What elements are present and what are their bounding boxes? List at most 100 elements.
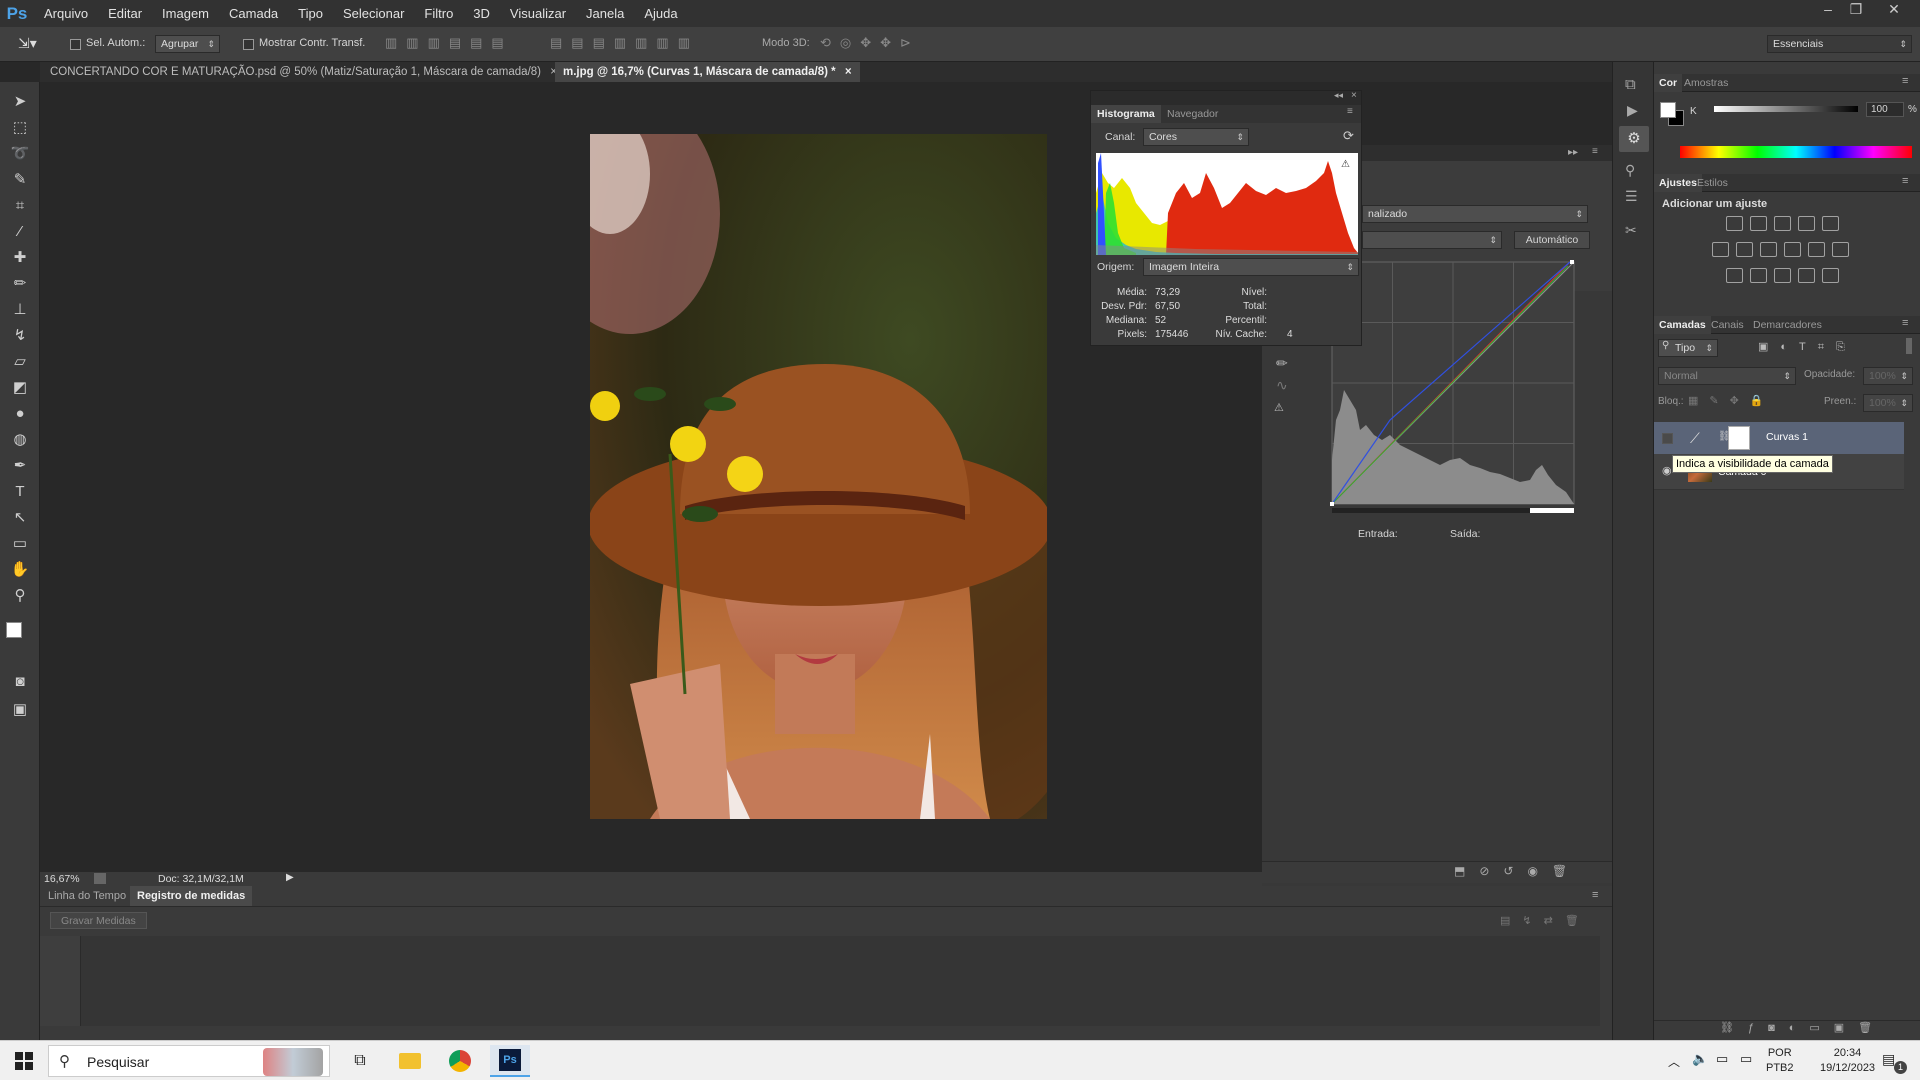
source-dropdown[interactable]: Imagem Inteira bbox=[1143, 258, 1359, 276]
exposure-icon[interactable] bbox=[1798, 216, 1815, 231]
k-value-input[interactable]: 100 bbox=[1866, 102, 1904, 117]
clipping-warning-icon[interactable]: ⚠ bbox=[1274, 401, 1284, 414]
doc-tab-concertando[interactable]: CONCERTANDO COR E MATURAÇÃO.psd @ 50% (M… bbox=[42, 62, 565, 82]
status-icon[interactable] bbox=[94, 873, 106, 884]
screen-mode-icon[interactable]: ▣ bbox=[8, 698, 32, 720]
record-measurements-button[interactable]: Gravar Medidas bbox=[50, 912, 147, 929]
history-icon[interactable]: ⧉ bbox=[1625, 76, 1636, 93]
auto-select-dropdown[interactable]: Agrupar bbox=[155, 35, 220, 53]
hand-tool-icon[interactable]: ✋ bbox=[8, 558, 32, 580]
curves-preset-dropdown[interactable]: nalizado bbox=[1362, 205, 1588, 223]
pencil-icon[interactable]: ✏ bbox=[1276, 355, 1288, 372]
task-view-icon[interactable]: ⧉ bbox=[340, 1045, 380, 1077]
k-slider[interactable] bbox=[1714, 106, 1858, 112]
collapse-icon[interactable]: ◂◂ bbox=[1334, 90, 1343, 101]
network-icon[interactable]: ▭ bbox=[1740, 1051, 1752, 1067]
photo-filter-icon[interactable] bbox=[1784, 242, 1801, 257]
tray-chevron-icon[interactable]: ︿ bbox=[1668, 1053, 1680, 1070]
eye-icon[interactable]: ◉ bbox=[1662, 464, 1672, 477]
properties-footer-icons[interactable]: ⬒⊘↺◉🗑 bbox=[1454, 864, 1581, 878]
mode-3d-icons[interactable]: ⟲◎✥✥⊳ bbox=[820, 35, 920, 51]
windows-start-icon[interactable] bbox=[2, 1045, 46, 1077]
auto-button[interactable]: Automático bbox=[1514, 231, 1590, 249]
menu-tipo[interactable]: Tipo bbox=[288, 0, 333, 27]
pen-tool-icon[interactable]: ✒ bbox=[8, 454, 32, 476]
blur-tool-icon[interactable]: ● bbox=[8, 402, 32, 424]
status-arrow-icon[interactable]: ▶ bbox=[286, 872, 294, 883]
dodge-tool-icon[interactable]: ◍ bbox=[8, 428, 32, 450]
close-tab-icon[interactable]: × bbox=[845, 66, 852, 78]
zoom-tool-icon[interactable]: ⚲ bbox=[8, 584, 32, 606]
fill-input[interactable]: 100% bbox=[1863, 394, 1913, 412]
tab-channels[interactable]: Canais bbox=[1706, 316, 1749, 334]
panel-menu-icon[interactable]: ≡ bbox=[1902, 175, 1908, 187]
menu-filtro[interactable]: Filtro bbox=[414, 0, 463, 27]
layer-row-curves[interactable]: ⟋ ⛓ Curvas 1 bbox=[1654, 422, 1904, 454]
taskbar-search-box[interactable]: ⚲ Pesquisar bbox=[48, 1045, 330, 1077]
close-icon[interactable]: ✕ bbox=[1880, 0, 1908, 20]
lock-icons[interactable]: ▦✎✥🔒 bbox=[1688, 394, 1775, 407]
menu-imagem[interactable]: Imagem bbox=[152, 0, 219, 27]
color-lookup-icon[interactable] bbox=[1832, 242, 1849, 257]
hue-saturation-icon[interactable] bbox=[1712, 242, 1729, 257]
tab-measurement-log[interactable]: Registro de medidas bbox=[130, 886, 253, 906]
crop-tool-icon[interactable]: ⌗ bbox=[8, 194, 32, 216]
visibility-toggle-box[interactable] bbox=[1662, 433, 1673, 444]
show-transform-checkbox[interactable] bbox=[243, 39, 254, 50]
history-brush-tool-icon[interactable]: ↯ bbox=[8, 324, 32, 346]
brush-presets-icon[interactable]: ⚲ bbox=[1625, 162, 1635, 179]
panel-menu-icon[interactable]: ≡ bbox=[1347, 106, 1353, 117]
volume-icon[interactable]: 🔈 bbox=[1692, 1051, 1708, 1067]
tab-swatches[interactable]: Amostras bbox=[1679, 74, 1733, 92]
curves-graph[interactable] bbox=[1330, 260, 1580, 520]
color-spectrum-bar[interactable] bbox=[1680, 146, 1912, 158]
menu-editar[interactable]: Editar bbox=[98, 0, 152, 27]
black-white-icon[interactable] bbox=[1760, 242, 1777, 257]
path-select-tool-icon[interactable]: ↖ bbox=[8, 506, 32, 528]
close-panel-icon[interactable]: × bbox=[1351, 90, 1357, 101]
panel-menu-icon[interactable]: ≡ bbox=[1592, 146, 1598, 157]
menu-arquivo[interactable]: Arquivo bbox=[34, 0, 98, 27]
clock[interactable]: 20:34 19/12/2023 bbox=[1820, 1046, 1875, 1076]
tab-layers[interactable]: Camadas bbox=[1654, 316, 1711, 334]
brightness-contrast-icon[interactable] bbox=[1726, 216, 1743, 231]
tab-timeline[interactable]: Linha do Tempo bbox=[41, 886, 133, 906]
collapse-icon[interactable]: ▸▸ bbox=[1568, 147, 1578, 158]
menu-janela[interactable]: Janela bbox=[576, 0, 634, 27]
language-indicator[interactable]: POR PTB2 bbox=[1766, 1046, 1794, 1076]
brush-tool-icon[interactable]: ✏ bbox=[8, 272, 32, 294]
layer-name[interactable]: Curvas 1 bbox=[1766, 431, 1808, 443]
threshold-icon[interactable] bbox=[1774, 268, 1791, 283]
adjust-sliders-icon[interactable]: ☰ bbox=[1625, 188, 1638, 205]
blend-mode-dropdown[interactable]: Normal bbox=[1658, 367, 1796, 385]
menu-selecionar[interactable]: Selecionar bbox=[333, 0, 414, 27]
layer-filter-icons[interactable]: ▣◐T⌗⎘ bbox=[1758, 340, 1857, 354]
tab-color[interactable]: Cor bbox=[1654, 74, 1683, 92]
move-tool-icon[interactable]: ⇲▾ bbox=[18, 35, 37, 52]
layer-mask-thumbnail[interactable] bbox=[1728, 426, 1750, 450]
restore-icon[interactable]: ❐ bbox=[1842, 0, 1870, 20]
menu-ajuda[interactable]: Ajuda bbox=[634, 0, 687, 27]
healing-tool-icon[interactable]: ✚ bbox=[8, 246, 32, 268]
quick-mask-icon[interactable]: ◙ bbox=[8, 670, 32, 692]
invert-icon[interactable] bbox=[1726, 268, 1743, 283]
curves-icon[interactable] bbox=[1774, 216, 1791, 231]
properties-icon[interactable]: ⚙ bbox=[1619, 126, 1649, 152]
tab-histogram[interactable]: Histograma bbox=[1091, 105, 1161, 123]
layers-footer-icons[interactable]: ⛓ƒ◙◐▭▣🗑 bbox=[1720, 1021, 1886, 1034]
tools-presets-icon[interactable]: ✂ bbox=[1625, 222, 1637, 239]
tab-styles[interactable]: Estilos bbox=[1692, 174, 1733, 192]
lasso-tool-icon[interactable]: ➰ bbox=[8, 142, 32, 164]
paint-bucket-tool-icon[interactable]: ◩ bbox=[8, 376, 32, 398]
type-tool-icon[interactable]: T bbox=[8, 480, 32, 502]
smooth-curve-icon[interactable]: ∿ bbox=[1276, 377, 1288, 394]
color-fg-swatch[interactable] bbox=[1660, 102, 1676, 118]
eyedropper-tool-icon[interactable]: ⁄ bbox=[8, 220, 32, 242]
filter-toggle[interactable] bbox=[1906, 338, 1912, 354]
channel-mixer-icon[interactable] bbox=[1808, 242, 1825, 257]
zoom-level[interactable]: 16,67% bbox=[44, 873, 80, 885]
panel-menu-icon[interactable]: ≡ bbox=[1592, 889, 1598, 901]
menu-3d[interactable]: 3D bbox=[463, 0, 500, 27]
vibrance-icon[interactable] bbox=[1822, 216, 1839, 231]
tab-navigator[interactable]: Navegador bbox=[1161, 105, 1224, 123]
